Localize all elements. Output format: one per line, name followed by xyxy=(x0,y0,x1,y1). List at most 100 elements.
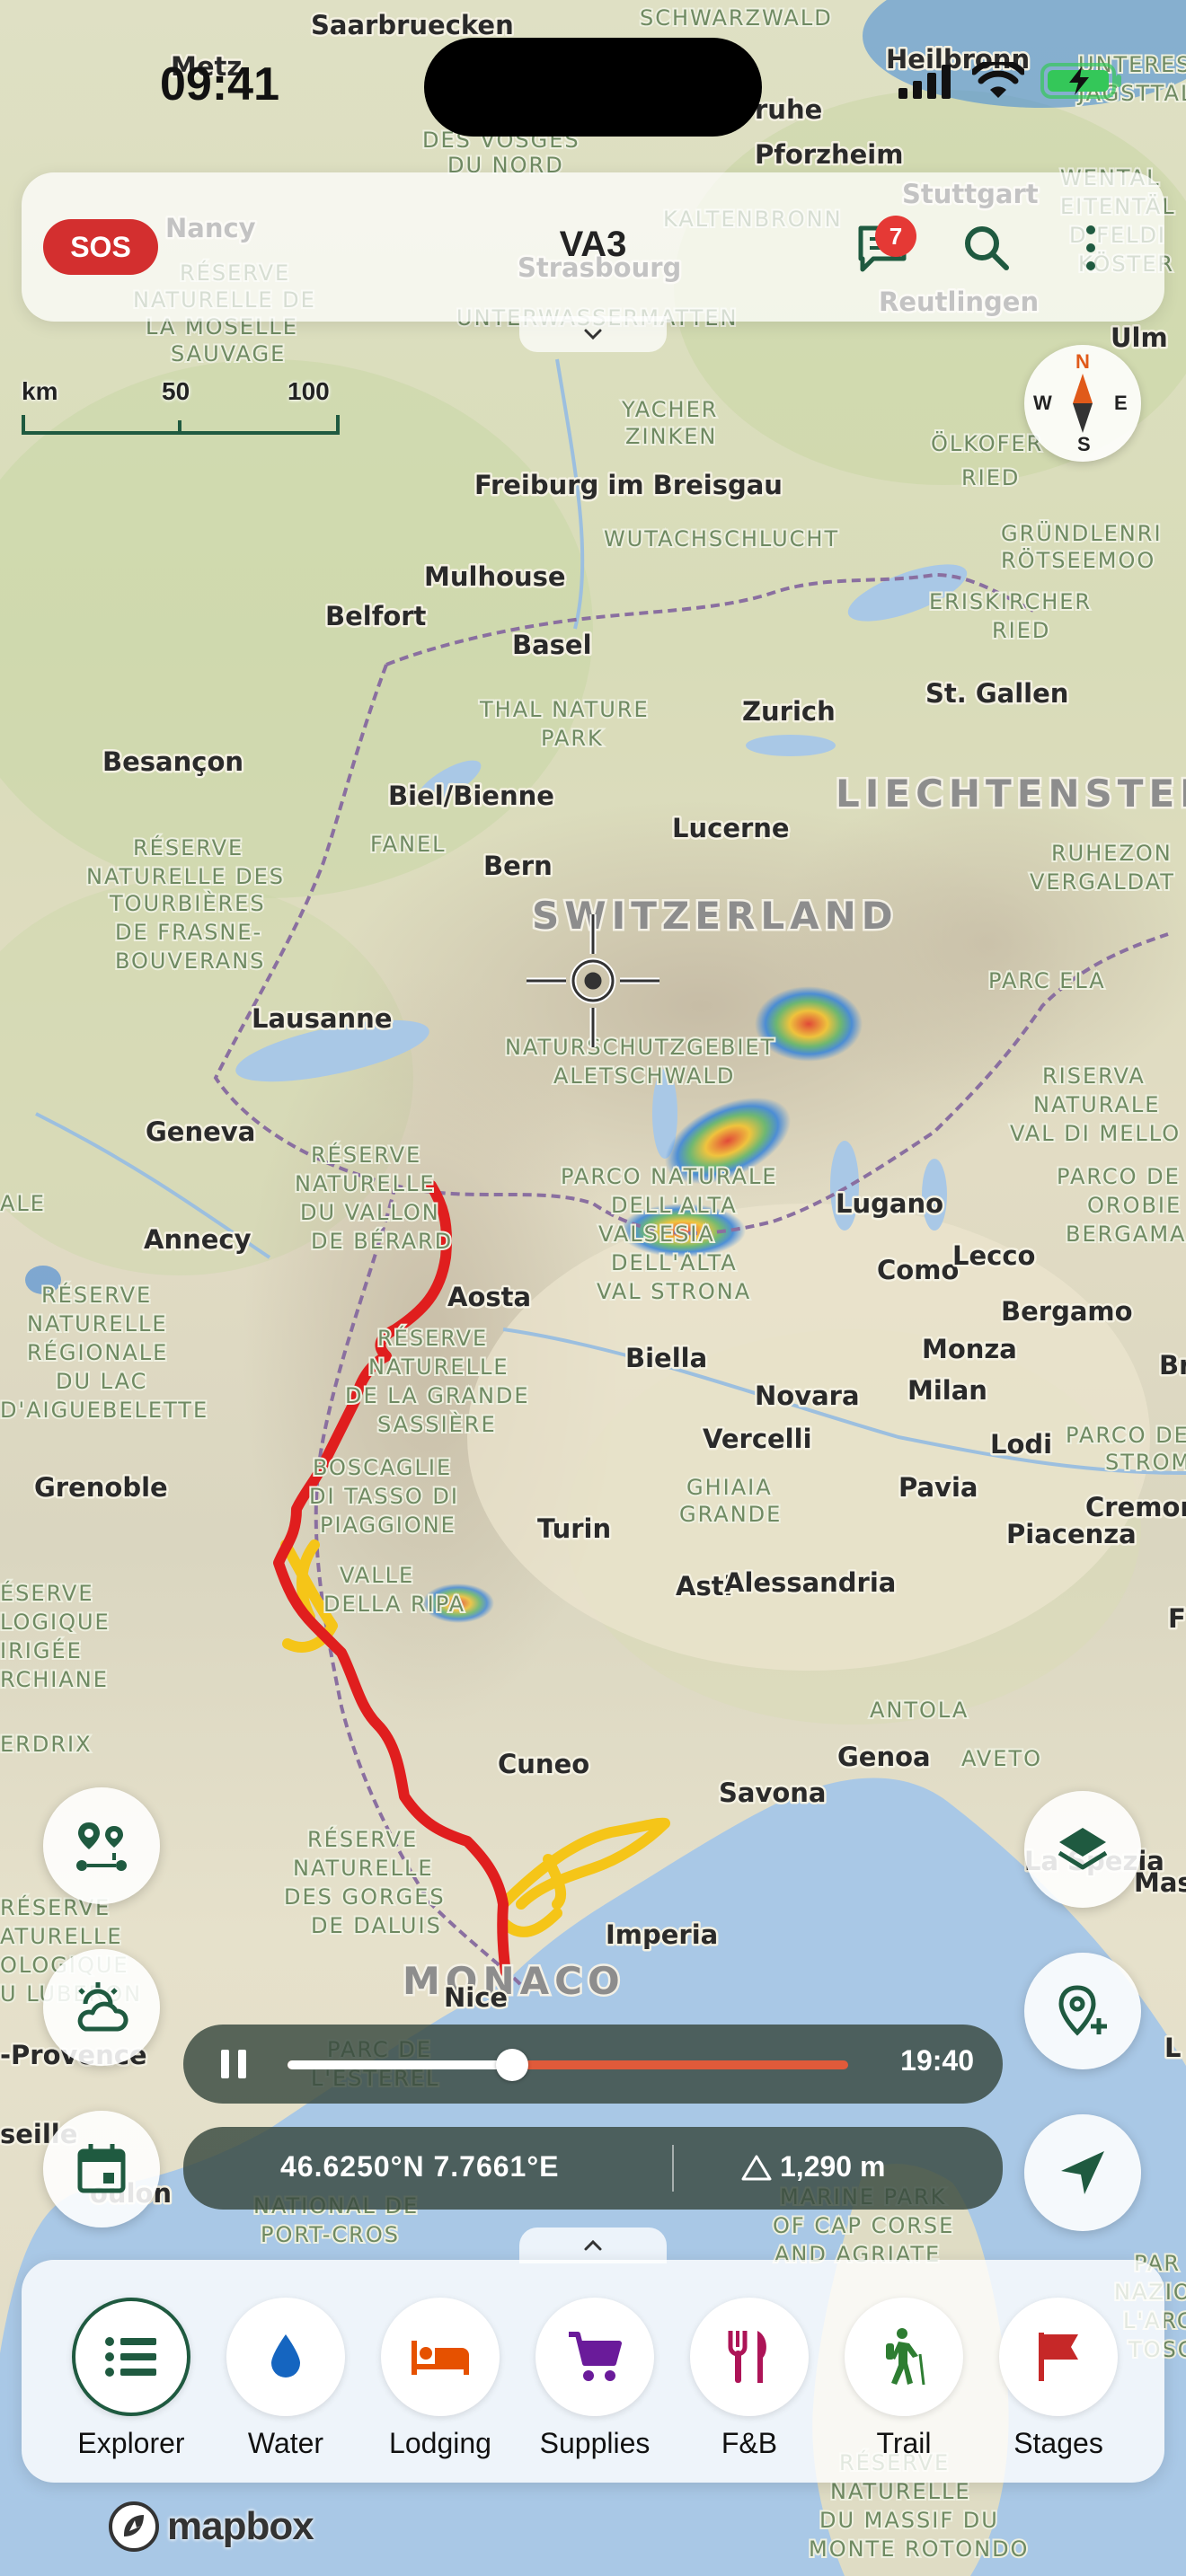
svg-text:Lugano: Lugano xyxy=(836,1188,943,1219)
pause-button[interactable] xyxy=(216,2046,252,2082)
svg-text:BERGAMAS: BERGAMAS xyxy=(1066,1222,1186,1247)
explorer-button[interactable] xyxy=(72,2298,190,2416)
svg-text:RÉGIONALE: RÉGIONALE xyxy=(27,1339,168,1365)
navigation-arrow-icon xyxy=(1061,2151,1104,2194)
nav-item-trail[interactable]: Trail xyxy=(827,2298,981,2460)
svg-text:VAL STRONA: VAL STRONA xyxy=(597,1279,751,1304)
bottom-nav: Explorer Water Lodging Supplies F&B Trai… xyxy=(22,2260,1164,2483)
chevron-up-icon xyxy=(584,2239,602,2251)
svg-text:ruhe: ruhe xyxy=(755,94,822,125)
svg-text:ÉSERVE: ÉSERVE xyxy=(0,1580,94,1606)
svg-text:AVETO: AVETO xyxy=(961,1746,1042,1771)
svg-text:DE LA GRANDE: DE LA GRANDE xyxy=(345,1383,530,1408)
pause-icon xyxy=(221,2050,246,2078)
nav-label-fnb: F&B xyxy=(721,2427,778,2459)
search-button[interactable] xyxy=(951,212,1022,284)
svg-text:ATURELLE: ATURELLE xyxy=(0,1924,123,1949)
svg-text:Mas: Mas xyxy=(1134,1867,1186,1898)
svg-text:SASSIÈRE: SASSIÈRE xyxy=(377,1411,497,1437)
svg-text:WUTACHSCHLUCHT: WUTACHSCHLUCHT xyxy=(604,526,839,551)
list-icon xyxy=(105,2337,156,2377)
trail-button[interactable] xyxy=(845,2298,963,2416)
svg-text:ERDRIX: ERDRIX xyxy=(0,1732,93,1757)
svg-text:Annecy: Annecy xyxy=(144,1224,252,1255)
nav-item-explorer[interactable]: Explorer xyxy=(54,2298,208,2460)
coordinates-text: 46.6250°N 7.7661°E xyxy=(280,2150,560,2183)
route-planner-button[interactable] xyxy=(43,1787,160,1904)
svg-text:GHIAIA: GHIAIA xyxy=(686,1475,773,1500)
svg-text:PARCO DE: PARCO DE xyxy=(1066,1423,1186,1448)
more-menu-button[interactable] xyxy=(1055,212,1127,284)
svg-text:MONTE ROTONDO: MONTE ROTONDO xyxy=(809,2536,1029,2562)
stages-button[interactable] xyxy=(999,2298,1118,2416)
nav-item-water[interactable]: Water xyxy=(208,2298,363,2460)
supplies-button[interactable] xyxy=(535,2298,654,2416)
svg-text:DU VALLON: DU VALLON xyxy=(300,1200,440,1225)
playback-progress xyxy=(288,2060,512,2069)
svg-text:FANEL: FANEL xyxy=(370,832,447,857)
svg-text:YACHER: YACHER xyxy=(621,397,718,422)
nav-expand-handle[interactable] xyxy=(519,2228,667,2263)
svg-text:Mulhouse: Mulhouse xyxy=(424,561,566,592)
svg-text:RÉSERVE: RÉSERVE xyxy=(311,1142,421,1168)
compass-east: E xyxy=(1114,392,1128,414)
nav-item-fnb[interactable]: F&B xyxy=(672,2298,827,2460)
svg-text:PARC ELA: PARC ELA xyxy=(988,968,1106,993)
svg-text:RIED: RIED xyxy=(992,618,1050,643)
svg-text:Saarbruecken: Saarbruecken xyxy=(311,10,514,40)
svg-text:GRANDE: GRANDE xyxy=(679,1502,782,1527)
svg-text:BOUVERANS: BOUVERANS xyxy=(115,948,265,974)
chevron-down-icon xyxy=(584,329,602,340)
svg-text:DI TASSO DI: DI TASSO DI xyxy=(309,1484,459,1509)
svg-text:Lodi: Lodi xyxy=(990,1429,1052,1460)
svg-text:Geneva: Geneva xyxy=(146,1116,255,1147)
messages-button[interactable]: 7 xyxy=(846,212,918,284)
water-drop-icon xyxy=(271,2334,300,2378)
status-icons xyxy=(898,61,1123,101)
nav-label-lodging: Lodging xyxy=(389,2427,491,2459)
coordinates-bar: 46.6250°N 7.7661°E 1,290 m xyxy=(183,2127,1003,2210)
nav-item-stages[interactable]: Stages xyxy=(981,2298,1136,2460)
layers-icon xyxy=(1058,1828,1108,1870)
svg-text:GRÜNDLENRI: GRÜNDLENRI xyxy=(1001,520,1163,546)
playback-thumb[interactable] xyxy=(495,2049,528,2081)
map-scale-bar: km 50 100 xyxy=(22,377,341,438)
svg-text:ÖLKOFER: ÖLKOFER xyxy=(931,430,1043,456)
svg-text:SWITZERLAND: SWITZERLAND xyxy=(532,894,898,938)
nav-label-water: Water xyxy=(247,2427,324,2459)
map-layers-button[interactable] xyxy=(1024,1791,1141,1908)
svg-text:NATURELLE: NATURELLE xyxy=(293,1856,433,1881)
fnb-button[interactable] xyxy=(690,2298,809,2416)
mapbox-attribution[interactable]: mapbox xyxy=(108,2501,314,2553)
lodging-button[interactable] xyxy=(381,2298,500,2416)
svg-text:Biel/Bienne: Biel/Bienne xyxy=(388,781,554,811)
cellular-signal-icon xyxy=(898,65,951,99)
compass-button[interactable]: N S E W xyxy=(1024,345,1141,462)
svg-text:PORT-CROS: PORT-CROS xyxy=(261,2222,400,2247)
svg-text:RUHEZON: RUHEZON xyxy=(1051,841,1173,866)
playback-bar: 19:40 xyxy=(183,2025,1003,2104)
svg-text:Genoa: Genoa xyxy=(837,1742,931,1772)
svg-text:Pavia: Pavia xyxy=(898,1472,978,1503)
calendar-button[interactable] xyxy=(43,2111,160,2228)
hiker-icon xyxy=(886,2328,925,2386)
water-button[interactable] xyxy=(226,2298,345,2416)
svg-text:TOURBIÈRES: TOURBIÈRES xyxy=(109,890,266,916)
svg-text:Basel: Basel xyxy=(512,630,592,660)
nav-item-lodging[interactable]: Lodging xyxy=(363,2298,518,2460)
flag-icon xyxy=(1039,2333,1078,2381)
mapbox-logo-icon xyxy=(109,2501,159,2552)
svg-text:Grenoble: Grenoble xyxy=(34,1472,168,1503)
nav-item-supplies[interactable]: Supplies xyxy=(518,2298,672,2460)
weather-button[interactable] xyxy=(43,1949,160,2066)
my-location-button[interactable] xyxy=(1024,2114,1141,2231)
svg-text:Milan: Milan xyxy=(907,1375,987,1406)
status-time: 09:41 xyxy=(160,58,279,110)
svg-text:Belfort: Belfort xyxy=(325,601,427,631)
compass-needle-icon xyxy=(1073,374,1093,433)
svg-text:ZINKEN: ZINKEN xyxy=(625,424,717,449)
nav-label-supplies: Supplies xyxy=(539,2427,651,2459)
playback-track[interactable] xyxy=(288,2049,848,2081)
add-waypoint-button[interactable] xyxy=(1024,1953,1141,2069)
header-expand-handle[interactable] xyxy=(519,316,667,352)
